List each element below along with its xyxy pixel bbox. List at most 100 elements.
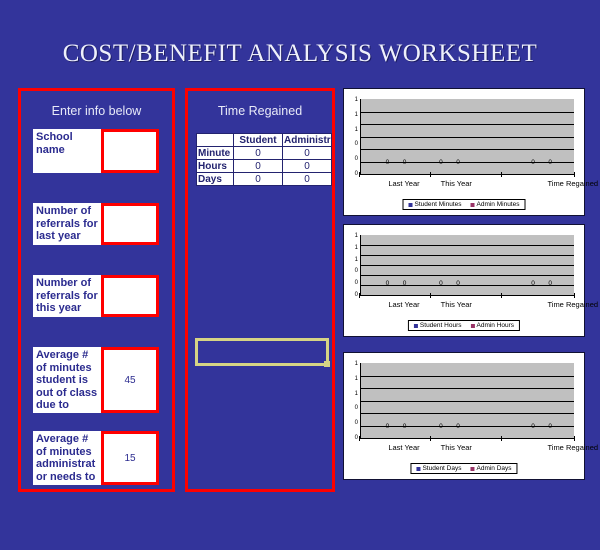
data-labels: 0 0 0 0 0 0 — [360, 159, 574, 167]
data-label: 0 — [402, 423, 407, 430]
x-axis-tick — [359, 293, 360, 298]
y-axis-tick-label: 1 — [354, 126, 358, 133]
x-axis-tick — [500, 293, 502, 298]
gridline — [361, 274, 574, 276]
data-label: 0 — [385, 280, 390, 287]
table-cell-value[interactable]: 0 — [233, 172, 283, 186]
legend-swatch-icon — [470, 323, 475, 328]
chart-legend[interactable]: Student Minutes Admin Minutes — [402, 199, 526, 210]
chart-panel-days[interactable]: 1 1 1 0 0 0 0 0 0 0 0 0 Last Year This Year Time Regai… — [343, 352, 598, 480]
y-axis-tick-label: 1 — [354, 111, 358, 118]
table-row-label: Days — [196, 172, 234, 186]
data-label: 0 — [402, 280, 407, 287]
field-input[interactable] — [101, 203, 159, 245]
table-cell-value[interactable]: 0 — [233, 159, 283, 173]
table-row: Days 0 0 — [196, 172, 332, 186]
y-axis: 1 1 1 0 0 0 — [346, 361, 358, 441]
legend-swatch-icon — [470, 466, 475, 471]
data-label: 0 — [385, 159, 390, 166]
legend-swatch-icon — [413, 323, 418, 328]
data-label: 0 — [456, 423, 460, 430]
field-input[interactable] — [101, 275, 159, 317]
table-header-row: Student Administrato — [196, 133, 332, 147]
chart-legend[interactable]: Student Days Admin Days — [410, 463, 518, 474]
field-input[interactable] — [101, 129, 159, 173]
gridline — [361, 375, 574, 377]
table-row-label: Minute — [196, 146, 234, 160]
x-axis-ticks — [359, 436, 575, 441]
category-label: This Year — [440, 300, 472, 309]
chart-panel-hours[interactable]: 1 1 1 0 0 0 0 0 0 0 0 0 Last Year This Year Time Regai… — [343, 224, 598, 337]
field-input[interactable]: 45 — [101, 347, 159, 413]
y-axis-tick-label: 0 — [354, 170, 358, 177]
legend-item[interactable]: Student Minutes — [408, 201, 461, 208]
table-col-administrator: Administrato — [282, 133, 332, 147]
legend-item[interactable]: Student Hours — [413, 322, 462, 329]
legend-label: Admin Days — [476, 465, 512, 472]
data-label: 0 — [531, 280, 535, 287]
category-label: Time Regained — [547, 443, 599, 452]
table-cell-value[interactable]: 0 — [282, 159, 332, 173]
x-axis-tick — [359, 436, 360, 441]
x-axis-tick — [429, 172, 431, 177]
gridline — [361, 400, 574, 402]
input-row: Number of referrals for last year — [33, 203, 159, 245]
legend-item[interactable]: Admin Hours — [470, 322, 514, 329]
legend-item[interactable]: Student Days — [416, 465, 461, 472]
data-label: 0 — [548, 280, 552, 287]
y-axis-tick-label: 1 — [354, 390, 358, 397]
input-row: Number of referrals for this year — [33, 275, 159, 317]
data-label: 0 — [548, 159, 552, 166]
data-label: 0 — [402, 159, 407, 166]
data-labels: 0 0 0 0 0 0 — [360, 423, 574, 431]
legend-label: Student Days — [422, 465, 462, 472]
y-axis: 1 1 1 0 0 0 — [346, 233, 358, 298]
y-axis-tick-label: 1 — [354, 97, 358, 103]
y-axis-tick-label: 0 — [354, 156, 358, 163]
chart-legend[interactable]: Student Hours Admin Hours — [407, 320, 521, 331]
category-label: Time Regained — [547, 179, 599, 188]
data-label: 0 — [456, 159, 460, 166]
category-label: Last Year — [388, 300, 420, 309]
gridline — [361, 265, 574, 266]
legend-swatch-icon — [408, 202, 413, 207]
y-axis-tick-label: 0 — [354, 291, 358, 298]
legend-swatch-icon — [470, 202, 475, 207]
y-axis-tick-label: 0 — [354, 141, 358, 148]
fill-handle[interactable] — [324, 361, 330, 367]
category-label: Last Year — [388, 179, 420, 188]
input-row: School name — [33, 129, 159, 173]
input-row: Average # of minutes administrat or need… — [33, 431, 159, 485]
x-axis-tick — [429, 436, 431, 441]
selected-cell[interactable] — [195, 338, 330, 367]
x-axis-tick — [359, 172, 360, 177]
category-labels: Last Year This Year Time Regained — [360, 443, 598, 453]
chart-panel-minutes[interactable]: 1 1 1 0 0 0 0 0 0 0 0 0 Last Year This Year Time Regai… — [343, 88, 598, 216]
data-label: 0 — [439, 280, 443, 287]
category-label: This Year — [440, 443, 472, 452]
table-corner-cell — [196, 133, 234, 147]
gridline — [361, 388, 574, 389]
legend-item[interactable]: Admin Minutes — [470, 201, 519, 208]
field-label: Average # of minutes administrat or need… — [33, 431, 101, 485]
y-axis-tick-label: 0 — [354, 280, 358, 287]
table-cell-value[interactable]: 0 — [233, 146, 283, 160]
table-cell-value[interactable]: 0 — [282, 172, 332, 186]
category-label: Time Regained — [547, 300, 599, 309]
legend-label: Student Hours — [419, 322, 462, 329]
field-input[interactable]: 15 — [101, 431, 159, 485]
table-cell-value[interactable]: 0 — [282, 146, 332, 160]
gridline — [361, 254, 574, 256]
data-label: 0 — [385, 423, 390, 430]
y-axis-tick-label: 1 — [354, 361, 358, 367]
input-panel-heading: Enter info below — [51, 104, 142, 118]
time-panel-heading: Time Regained — [217, 104, 303, 118]
gridline — [361, 413, 574, 414]
chart-body: 1 1 1 0 0 0 0 0 0 0 0 0 Last Year This Year Time Regai… — [344, 353, 598, 479]
page-title: COST/BENEFIT ANALYSIS WORKSHEET — [62, 40, 538, 67]
field-label: Number of referrals for last year — [33, 203, 101, 245]
table-row-label: Hours — [196, 159, 234, 173]
legend-item[interactable]: Admin Days — [470, 465, 512, 472]
data-label: 0 — [439, 159, 443, 166]
data-label: 0 — [531, 159, 535, 166]
